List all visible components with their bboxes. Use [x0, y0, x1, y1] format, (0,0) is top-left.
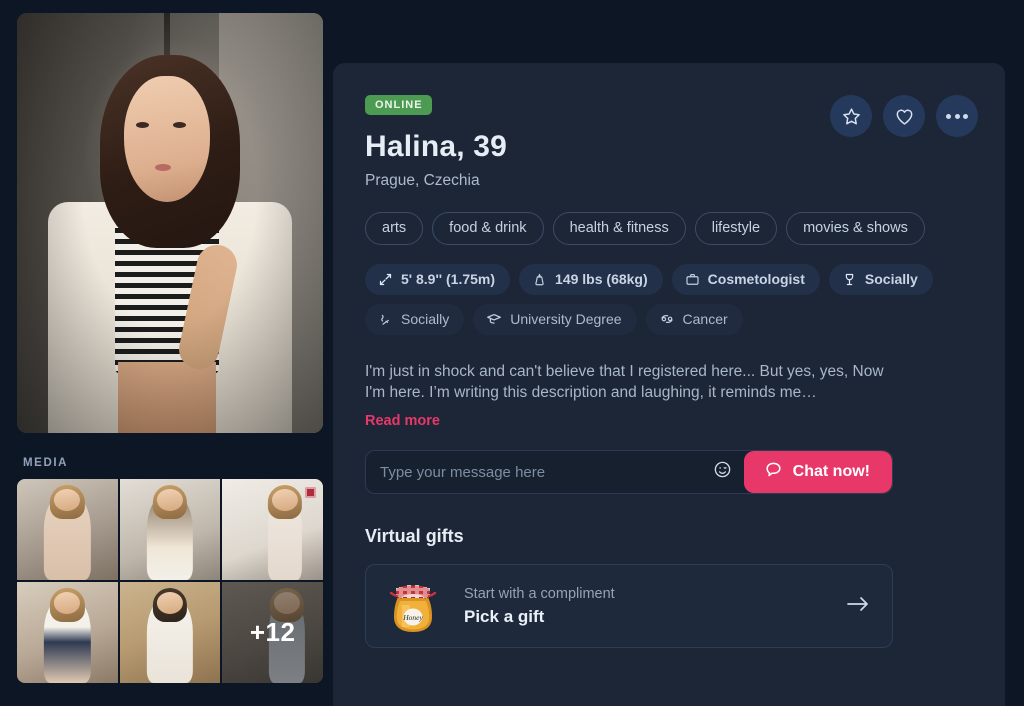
attribute-chip-smoking[interactable]: Socially — [365, 304, 465, 335]
attribute-chip-label: Socially — [401, 311, 450, 327]
attribute-chip-zodiac[interactable]: Cancer — [645, 304, 743, 335]
favorite-button[interactable] — [830, 95, 872, 137]
attribute-chip-label: 149 lbs (68kg) — [555, 271, 648, 287]
media-thumb-4[interactable] — [17, 582, 118, 683]
attribute-chip-occupation[interactable]: Cosmetologist — [671, 264, 820, 295]
chat-now-button[interactable]: Chat now! — [743, 451, 892, 493]
media-thumb-3[interactable] — [222, 479, 323, 580]
attribute-chip-drinking[interactable]: Socially — [828, 264, 933, 295]
wink-smiley-icon — [713, 460, 732, 484]
media-column: MEDIA +12 — [17, 13, 323, 701]
attribute-chip-education[interactable]: University Degree — [473, 304, 637, 335]
media-thumb-2[interactable] — [119, 479, 221, 580]
honey-jar-icon: Honey — [384, 575, 442, 637]
like-button[interactable] — [883, 95, 925, 137]
attribute-chip-label: Cosmetologist — [707, 271, 805, 287]
zodiac-cancer-icon — [659, 311, 675, 327]
media-grid: +12 — [17, 479, 323, 683]
message-composer: Chat now! — [365, 450, 893, 494]
svg-text:Honey: Honey — [402, 613, 423, 622]
attribute-chip-label: Socially — [864, 271, 918, 287]
attribute-chip-list: 5' 8.9'' (1.75m) 149 lbs (68kg) Cosmetol… — [365, 264, 945, 335]
height-icon — [378, 272, 393, 287]
chat-bubble-icon — [764, 460, 783, 484]
media-section-label: MEDIA — [23, 457, 69, 469]
wine-glass-icon — [842, 272, 857, 287]
profile-location: Prague, Czechia — [365, 172, 480, 189]
message-input[interactable] — [366, 451, 701, 493]
weight-icon — [532, 272, 547, 287]
gift-card-text: Start with a compliment Pick a gift — [464, 586, 846, 627]
graduation-cap-icon — [486, 311, 502, 327]
media-thumb-5[interactable] — [119, 582, 221, 683]
attribute-chip-label: Cancer — [682, 311, 728, 327]
interest-tag[interactable]: food & drink — [432, 212, 544, 245]
profile-details-panel: ONLINE Halina, 39 Prague, Czechia arts f… — [333, 63, 1005, 706]
profile-actions — [830, 95, 978, 137]
chat-now-label: Chat now! — [792, 463, 870, 480]
gift-card-subtitle: Start with a compliment — [464, 585, 615, 602]
interest-tag[interactable]: movies & shows — [786, 212, 925, 245]
media-thumb-6[interactable]: +12 — [222, 582, 323, 683]
media-thumb-3-badge-icon — [304, 487, 316, 498]
briefcase-icon — [685, 272, 700, 287]
attribute-chip-weight[interactable]: 149 lbs (68kg) — [519, 264, 663, 295]
status-badge: ONLINE — [365, 95, 432, 115]
emoji-picker-button[interactable] — [701, 460, 744, 484]
attribute-chip-height[interactable]: 5' 8.9'' (1.75m) — [365, 264, 511, 295]
pick-a-gift-card[interactable]: Honey Start with a compliment Pick a gif… — [365, 564, 893, 648]
interest-tag-list: arts food & drink health & fitness lifes… — [365, 212, 925, 245]
attribute-chip-label: University Degree — [510, 311, 622, 327]
read-more-link[interactable]: Read more — [365, 413, 440, 429]
hero-photo[interactable] — [17, 13, 323, 433]
star-icon — [841, 106, 862, 127]
hero-photo-vignette — [17, 13, 323, 433]
arrow-right-icon[interactable] — [846, 595, 870, 617]
heart-icon — [894, 106, 915, 127]
virtual-gifts-title: Virtual gifts — [365, 526, 464, 546]
interest-tag[interactable]: arts — [365, 212, 424, 245]
profile-page: MEDIA +12 ONLINE Halina, 39 Prague, Czec… — [0, 0, 1024, 706]
media-thumb-1[interactable] — [17, 479, 118, 580]
more-options-button[interactable] — [936, 95, 978, 137]
interest-tag[interactable]: lifestyle — [694, 212, 778, 245]
profile-bio: I'm just in shock and can't believe that… — [365, 363, 884, 401]
more-dots-icon — [946, 113, 968, 119]
media-more-count[interactable]: +12 — [222, 582, 323, 683]
attribute-chip-label: 5' 8.9'' (1.75m) — [401, 271, 496, 287]
cigarette-icon — [378, 312, 393, 327]
interest-tag[interactable]: health & fitness — [552, 212, 686, 245]
gift-card-title: Pick a gift — [464, 606, 545, 626]
